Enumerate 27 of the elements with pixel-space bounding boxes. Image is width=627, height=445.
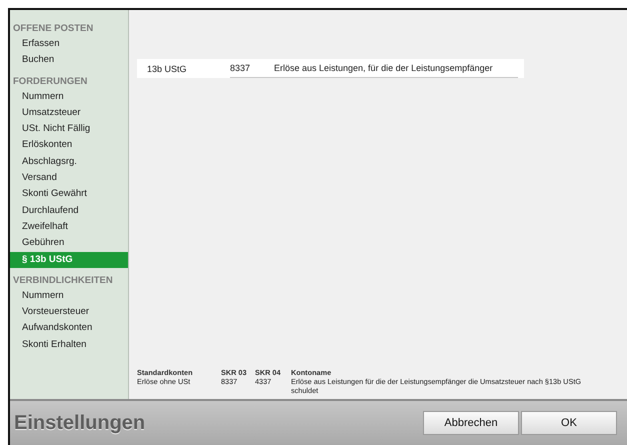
section-heading: OFFENE POSTEN [12,22,94,36]
sidebar-item[interactable]: USt. Nicht Fällig [10,121,128,138]
sidebar-item[interactable]: Gebühren [10,235,128,252]
account-number: 8337 [230,63,252,73]
account-description: Erlöse aus Leistungen, für die der Leistungsempfänger [274,63,493,73]
cancel-button[interactable]: Abbrechen [423,411,519,435]
sidebar-item[interactable]: Erlöskonten [10,137,128,154]
sidebar-item[interactable]: Vorsteuersteuer [10,304,128,320]
sidebar-item[interactable]: Aufwandskonten [10,320,128,337]
footer-title: Einstellungen [14,412,146,434]
sidebar-item[interactable]: Umsatzsteuer [10,104,128,122]
sidebar-item[interactable]: Skonti Erhalten [10,336,128,354]
sidebar-item[interactable]: Buchen [10,52,128,69]
sidebar-item[interactable]: Abschlagsrg. [10,154,128,170]
sidebar-item[interactable]: Erfassen [10,36,128,52]
sidebar-item[interactable]: Nummern [10,88,128,105]
sidebar-item[interactable]: § 13b UStG [10,252,128,268]
account-field[interactable]: 8337 Erlöse aus Leistungen, für die der Leistungsempfänger [230,59,518,78]
sidebar-item[interactable]: Durchlaufend [10,202,128,219]
account-label: 13b UStG [146,64,188,74]
sidebar-item[interactable]: Skonti Gewährt [10,186,128,203]
sidebar-item[interactable]: Versand [10,170,128,186]
section-heading: VERBINDLICHKEITEN [12,274,114,288]
sidebar-item[interactable]: Zweifelhaft [10,218,128,236]
section-heading: FORDERUNGEN [12,74,88,89]
ok-button[interactable]: OK [521,411,617,435]
sidebar-item[interactable]: Nummern [10,288,128,304]
